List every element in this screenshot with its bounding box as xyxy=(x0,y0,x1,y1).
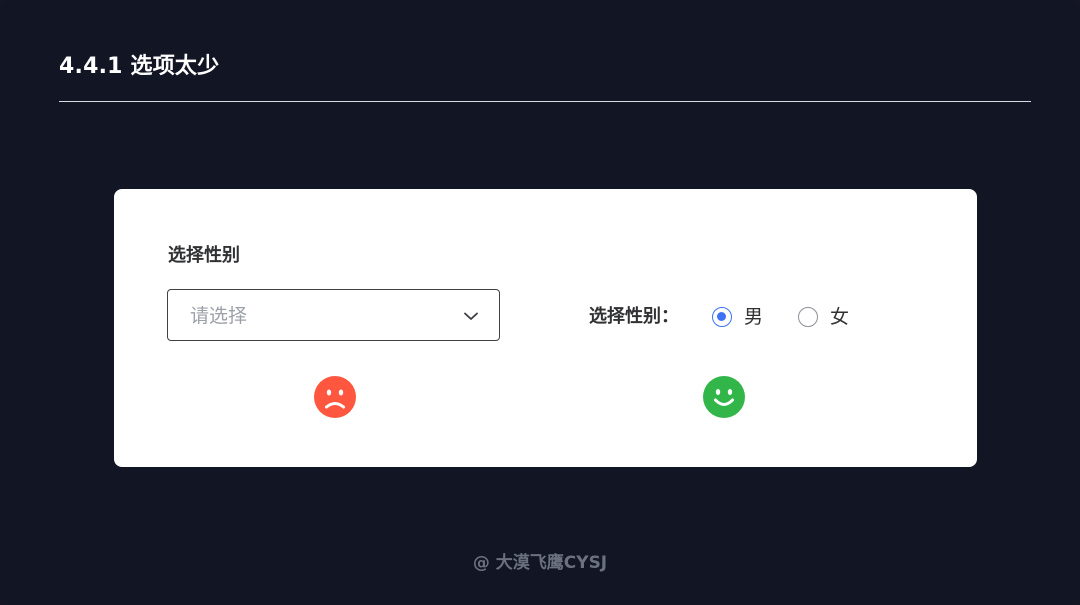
select-placeholder: 请选择 xyxy=(190,305,248,327)
radio-option-label: 男 xyxy=(744,306,764,328)
example-card: 选择性别 请选择 选择性别： 男 女 xyxy=(114,189,977,467)
gender-select[interactable]: 请选择 xyxy=(167,289,500,341)
slide: 4.4.1 选项太少 选择性别 请选择 选择性别： 男 女 @ 大漠飞鹰CYSJ xyxy=(0,0,1080,605)
gender-radio-group: 选择性别： 男 女 xyxy=(589,303,849,331)
radio-group-label: 选择性别： xyxy=(589,306,679,327)
radio-option-female[interactable]: 女 xyxy=(798,305,849,329)
radio-selected-icon[interactable] xyxy=(712,307,732,327)
watermark: @ 大漠飞鹰CYSJ xyxy=(472,553,608,573)
radio-option-male[interactable]: 男 xyxy=(712,305,763,329)
radio-unselected-icon[interactable] xyxy=(798,307,819,327)
select-field-label: 选择性别 xyxy=(168,245,240,266)
radio-option-label: 女 xyxy=(830,306,850,328)
sad-face-icon xyxy=(314,376,356,418)
chevron-down-icon xyxy=(464,312,478,320)
happy-face-icon xyxy=(703,376,745,418)
title-divider xyxy=(59,101,1031,102)
section-title: 4.4.1 选项太少 xyxy=(59,54,220,79)
